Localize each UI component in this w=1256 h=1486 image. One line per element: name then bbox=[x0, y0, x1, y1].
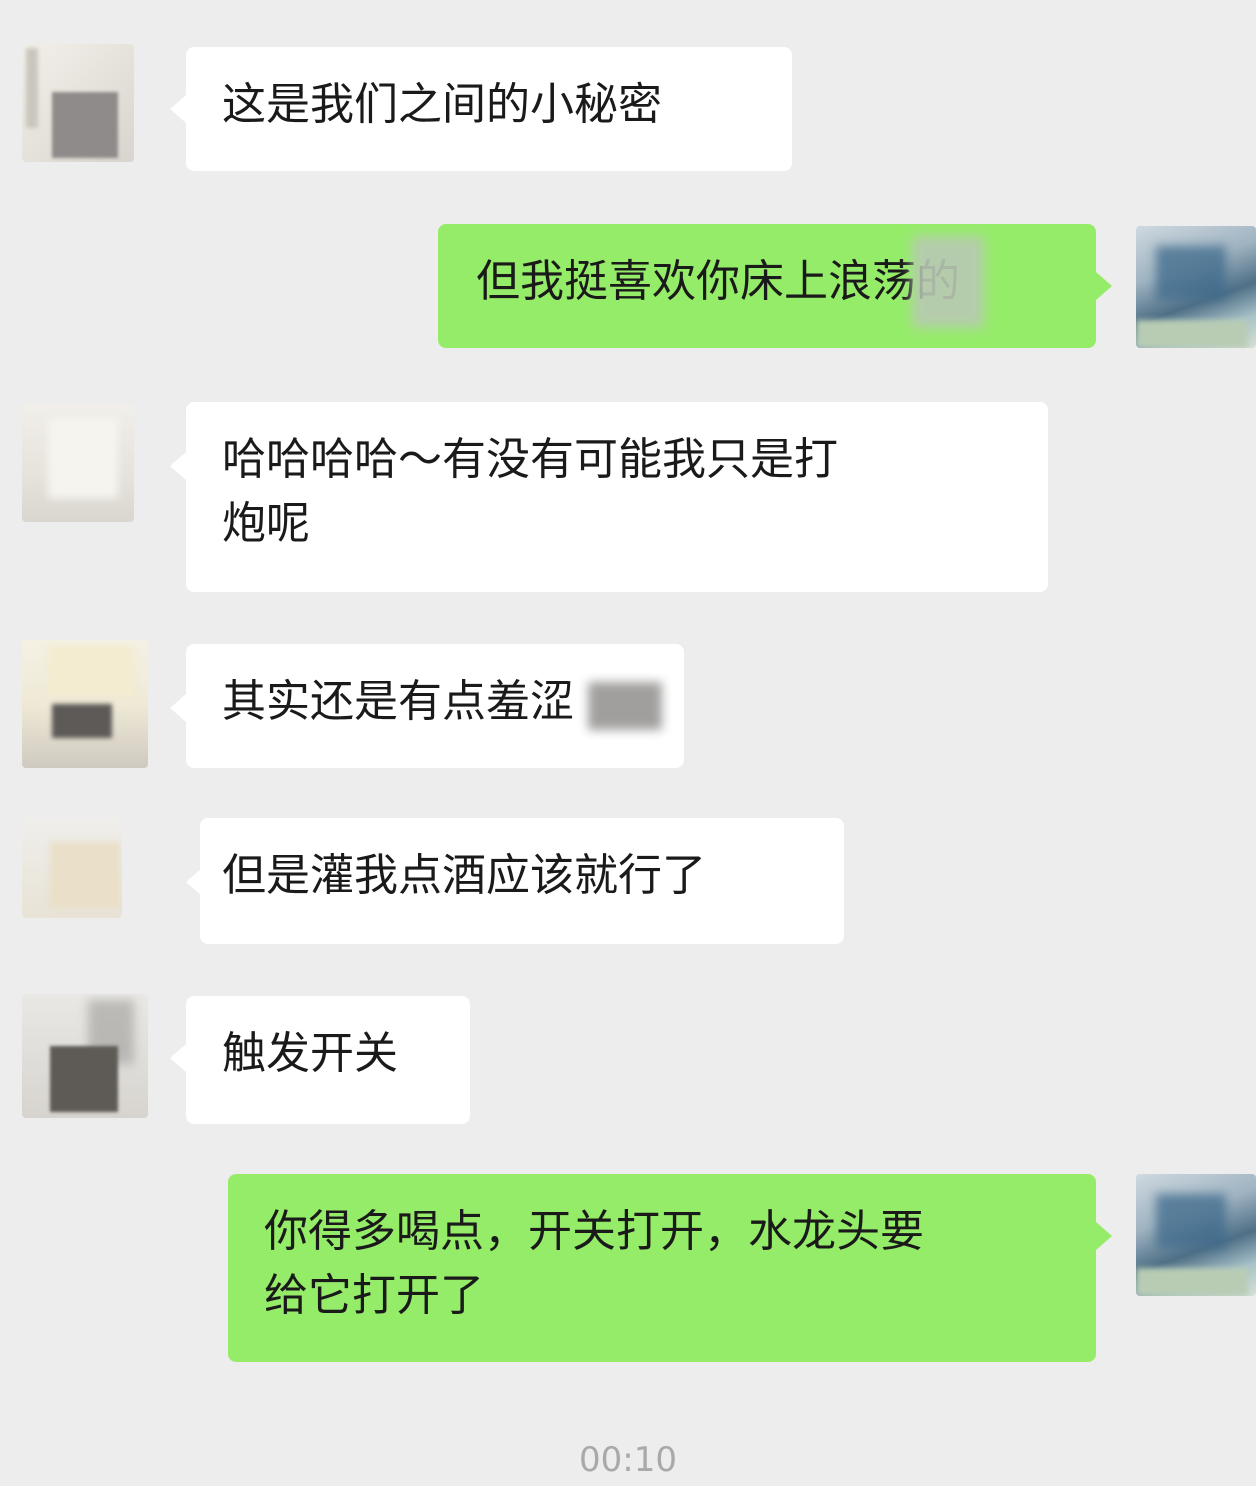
avatar-detail bbox=[50, 842, 120, 908]
contact-avatar[interactable] bbox=[22, 44, 134, 162]
redaction-mask bbox=[936, 430, 1012, 500]
avatar-detail bbox=[48, 418, 118, 498]
contact-avatar[interactable] bbox=[22, 404, 134, 522]
contact-avatar[interactable] bbox=[22, 818, 122, 918]
avatar-detail bbox=[1156, 246, 1226, 300]
avatar-detail bbox=[52, 92, 118, 158]
bubble-tail bbox=[170, 452, 186, 480]
bubble-tail bbox=[170, 694, 186, 722]
bubble-tail bbox=[1096, 272, 1112, 300]
redaction-mask bbox=[912, 236, 984, 328]
my-avatar[interactable] bbox=[1136, 1174, 1256, 1296]
message-bubble-outgoing[interactable]: 但我挺喜欢你床上浪荡的 bbox=[438, 224, 1096, 348]
message-bubble-outgoing[interactable]: 你得多喝点，开关打开，水龙头要 给它打开了 bbox=[228, 1174, 1096, 1362]
message-bubble-incoming[interactable]: 哈哈哈哈～有没有可能我只是打 炮呢 bbox=[186, 402, 1048, 592]
chat-window: 这是我们之间的小秘密 但我挺喜欢你床上浪荡的 哈哈哈哈～有没有可能我只是打 炮呢… bbox=[0, 0, 1256, 1486]
message-bubble-incoming[interactable]: 但是灌我点酒应该就行了 bbox=[200, 818, 844, 944]
avatar-detail bbox=[1156, 1194, 1226, 1248]
bubble-tail bbox=[1096, 1222, 1112, 1250]
avatar-detail bbox=[52, 704, 112, 738]
my-avatar[interactable] bbox=[1136, 226, 1256, 348]
message-bubble-incoming[interactable]: 这是我们之间的小秘密 bbox=[186, 47, 792, 171]
bubble-tail bbox=[170, 95, 186, 123]
message-bubble-incoming[interactable]: 触发开关 bbox=[186, 996, 470, 1124]
message-timestamp: 00:10 bbox=[579, 1440, 677, 1480]
avatar-detail bbox=[1136, 1268, 1248, 1296]
avatar-detail bbox=[1136, 320, 1248, 348]
contact-avatar[interactable] bbox=[22, 640, 148, 768]
avatar-detail bbox=[26, 48, 38, 128]
avatar-detail bbox=[48, 646, 134, 696]
avatar-detail bbox=[50, 1046, 118, 1112]
bubble-tail bbox=[170, 1044, 186, 1072]
redaction-mask bbox=[588, 682, 662, 730]
contact-avatar[interactable] bbox=[22, 994, 148, 1118]
